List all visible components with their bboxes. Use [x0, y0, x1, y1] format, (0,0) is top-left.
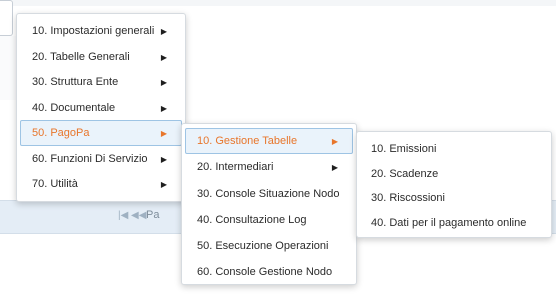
main-menu: 10. Impostazioni generali ▶ 20. Tabelle … — [16, 13, 186, 202]
submenu-arrow-icon: ▶ — [160, 27, 167, 36]
menu-item-console-gestione-nodo[interactable]: 60. Console Gestione Nodo — [185, 259, 353, 285]
first-page-icon[interactable]: |◀ — [118, 210, 128, 221]
menu-item-pagopa[interactable]: 50. PagoPa ▶ — [20, 120, 182, 146]
submenu-arrow-icon: ▶ — [160, 180, 167, 189]
menu-item-label: 40. Consultazione Log — [197, 213, 307, 226]
menu-item-label: 70. Utilità — [32, 178, 78, 190]
menu-item-tabelle-generali[interactable]: 20. Tabelle Generali ▶ — [20, 44, 182, 70]
menu-item-emissioni[interactable]: 10. Emissioni — [360, 136, 548, 161]
pager-label: Pa — [146, 209, 160, 221]
menu-item-funzioni-di-servizio[interactable]: 60. Funzioni Di Servizio ▶ — [20, 146, 182, 172]
submenu-arrow-icon: ▶ — [160, 103, 167, 113]
submenu-arrow-icon: ▶ — [160, 52, 167, 62]
menu-item-documentale[interactable]: 40. Documentale ▶ — [20, 95, 182, 121]
menu-item-label: 20. Tabelle Generali — [32, 50, 130, 63]
menu-item-label: 10. Impostazioni generali — [32, 25, 155, 37]
menu-item-label: 60. Console Gestione Nodo — [197, 266, 333, 279]
submenu-arrow-icon: ▶ — [331, 137, 338, 146]
menu-item-esecuzione-operazioni[interactable]: 50. Esecuzione Operazioni — [185, 233, 353, 259]
submenu-arrow-icon: ▶ — [160, 78, 167, 87]
menu-item-scadenze[interactable]: 20. Scadenze — [360, 161, 548, 186]
menu-item-struttura-ente[interactable]: 30. Struttura Ente ▶ — [20, 69, 182, 95]
prev-page-icon[interactable]: ◀◀ — [131, 210, 146, 221]
submenu-arrow-icon: ▶ — [160, 129, 167, 138]
menu-item-label: 20. Intermediari — [197, 161, 274, 174]
menu-item-label: 10. Emissioni — [371, 143, 437, 155]
submenu-arrow-icon: ▶ — [331, 163, 338, 173]
menu-item-intermediari[interactable]: 20. Intermediari ▶ — [185, 154, 353, 180]
background-header-strip — [0, 0, 556, 6]
submenu-arrow-icon: ▶ — [160, 154, 167, 164]
background-left-control[interactable] — [0, 0, 13, 36]
menu-item-label: 30. Console Situazione Nodo — [197, 187, 340, 200]
menu-item-riscossioni[interactable]: 30. Riscossioni — [360, 185, 548, 210]
menu-item-label: 50. Esecuzione Operazioni — [197, 240, 329, 253]
menu-item-label: 40. Dati per il pagamento online — [371, 216, 527, 229]
menu-item-label: 50. PagoPa — [32, 127, 90, 139]
menu-item-label: 30. Riscossioni — [371, 192, 445, 205]
menu-item-label: 30. Struttura Ente — [32, 76, 119, 88]
gestione-tabelle-submenu: 10. Emissioni 20. Scadenze 30. Riscossio… — [356, 131, 552, 238]
menu-item-impostazioni-generali[interactable]: 10. Impostazioni generali ▶ — [20, 18, 182, 44]
menu-item-label: 20. Scadenze — [371, 167, 439, 180]
menu-item-consultazione-log[interactable]: 40. Consultazione Log — [185, 207, 353, 233]
menu-item-dati-pagamento-online[interactable]: 40. Dati per il pagamento online — [360, 210, 548, 235]
menu-item-utilita[interactable]: 70. Utilità ▶ — [20, 171, 182, 197]
menu-item-gestione-tabelle[interactable]: 10. Gestione Tabelle ▶ — [185, 128, 353, 155]
menu-item-label: 10. Gestione Tabelle — [197, 135, 298, 147]
menu-item-label: 40. Documentale — [32, 101, 116, 114]
menu-item-label: 60. Funzioni Di Servizio — [32, 152, 148, 165]
menu-item-console-situazione-nodo[interactable]: 30. Console Situazione Nodo — [185, 181, 353, 207]
pagopa-submenu: 10. Gestione Tabelle ▶ 20. Intermediari … — [181, 123, 357, 285]
